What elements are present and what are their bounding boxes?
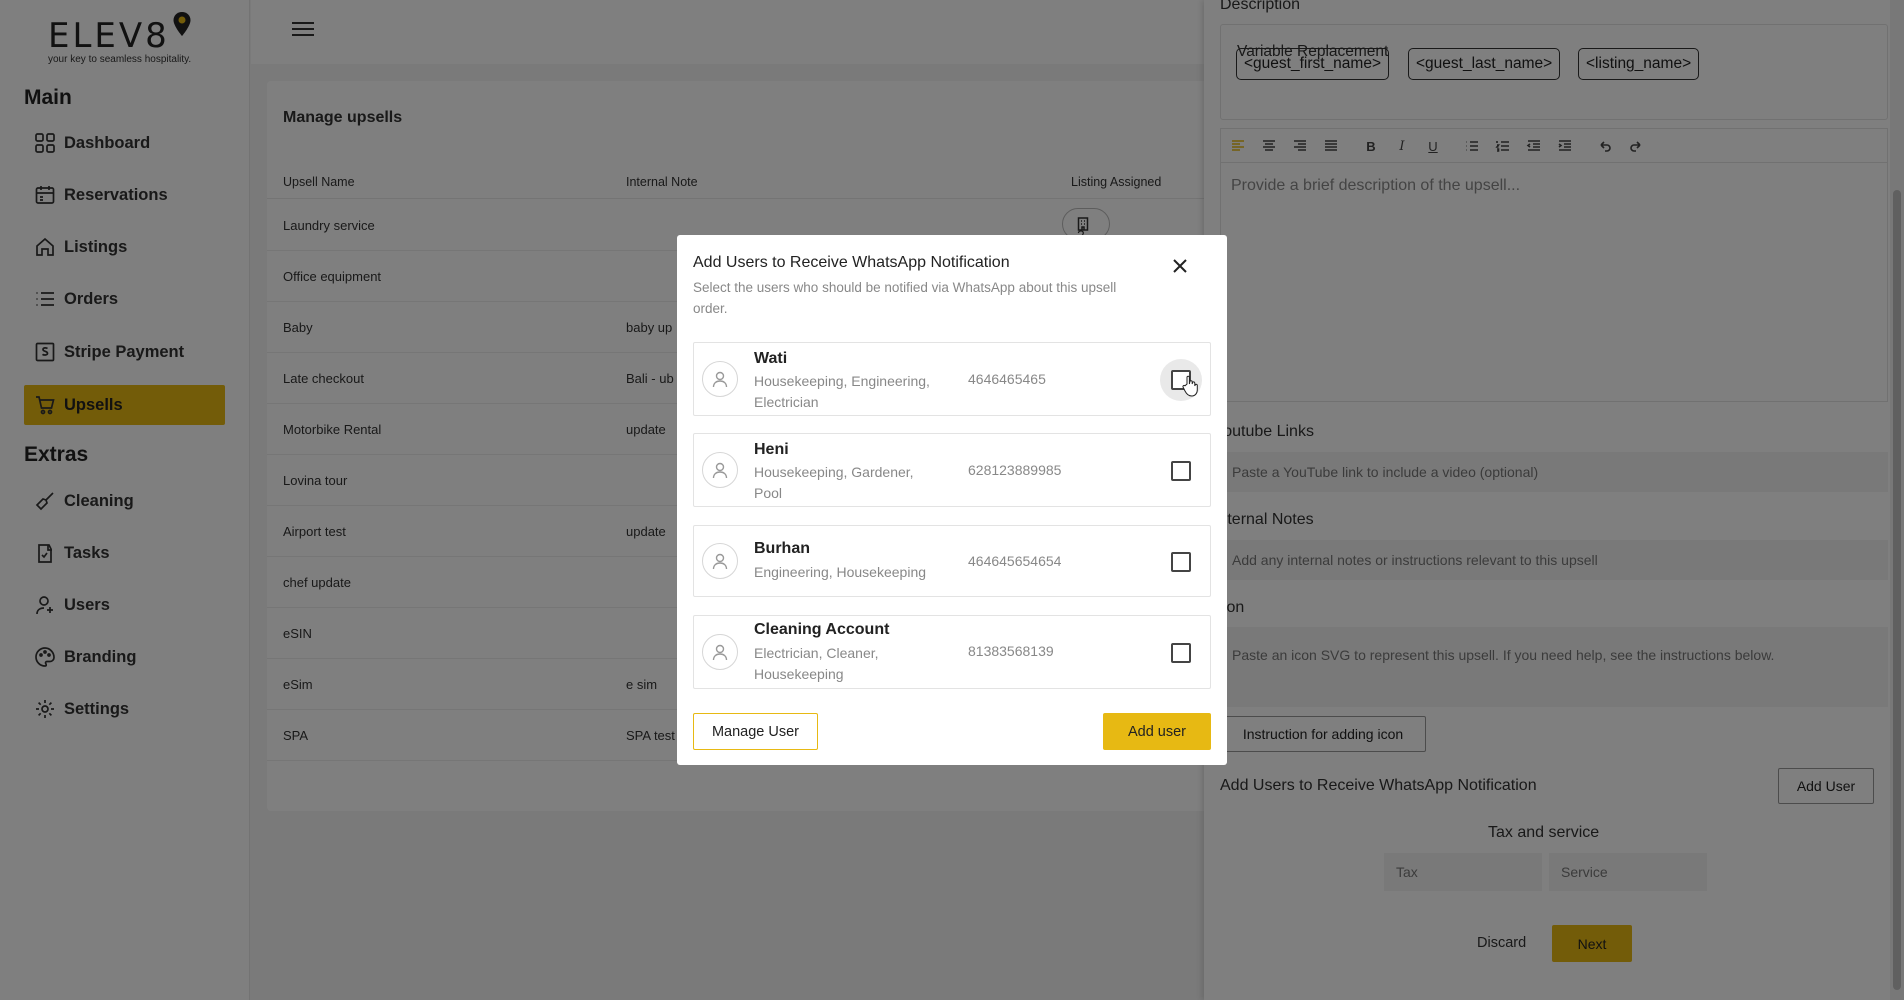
user-phone: 628123889985	[968, 462, 1062, 478]
user-roles: Engineering, Housekeeping	[754, 564, 927, 580]
pointer-cursor-icon	[1182, 375, 1198, 397]
user-phone: 464645654654	[968, 553, 1062, 569]
user-phone: 4646465465	[968, 371, 1046, 387]
close-icon[interactable]	[1171, 257, 1189, 275]
user-phone: 81383568139	[968, 643, 1054, 659]
avatar	[702, 452, 738, 488]
modal-title: Add Users to Receive WhatsApp Notificati…	[693, 254, 1010, 271]
user-roles: Housekeeping, Engineering, Electrician	[754, 373, 930, 410]
user-name: Wati	[754, 350, 788, 367]
user-name: Heni	[754, 441, 789, 458]
user-icon	[712, 371, 728, 388]
modal-subtitle: Select the users who should be notified …	[693, 280, 1117, 316]
user-checkbox[interactable]	[1171, 643, 1191, 663]
avatar	[702, 543, 738, 579]
whatsapp-users-modal: Add Users to Receive WhatsApp Notificati…	[677, 235, 1227, 765]
avatar	[702, 361, 738, 397]
manage-user-button[interactable]: Manage User	[693, 713, 818, 750]
user-icon	[712, 462, 728, 479]
user-checkbox[interactable]	[1171, 552, 1191, 572]
avatar	[702, 634, 738, 670]
user-checkbox[interactable]	[1171, 461, 1191, 481]
user-card-burhan[interactable]: Burhan Engineering, Housekeeping 4646456…	[693, 525, 1211, 597]
user-card-wati[interactable]: Wati Housekeeping, Engineering, Electric…	[693, 342, 1211, 416]
user-icon	[712, 553, 728, 570]
user-name: Cleaning Account	[754, 621, 890, 638]
user-roles: Electrician, Cleaner, Housekeeping	[754, 645, 879, 682]
user-card-cleaning-account[interactable]: Cleaning Account Electrician, Cleaner, H…	[693, 615, 1211, 689]
user-icon	[712, 644, 728, 661]
user-card-heni[interactable]: Heni Housekeeping, Gardener, Pool 628123…	[693, 433, 1211, 507]
user-name: Burhan	[754, 540, 810, 557]
add-user-confirm-button[interactable]: Add user	[1103, 713, 1211, 750]
user-roles: Housekeeping, Gardener, Pool	[754, 464, 914, 501]
